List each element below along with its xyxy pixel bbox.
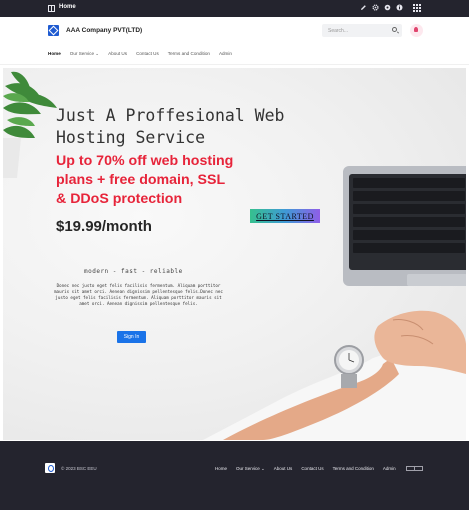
footer-nav-contact-us[interactable]: Contact Us bbox=[301, 466, 323, 472]
globe-icon[interactable] bbox=[383, 4, 391, 12]
nav-item-terms[interactable]: Terms and Condition bbox=[168, 51, 210, 59]
get-started-button[interactable]: GET STARTED bbox=[250, 209, 320, 223]
hero-title-line-1: Just A Proffesional Web bbox=[56, 106, 285, 125]
hands-image bbox=[203, 310, 466, 440]
sign-in-button[interactable]: Sign In bbox=[117, 331, 146, 343]
sidebar-panel-icon[interactable] bbox=[48, 5, 55, 12]
footer-nav-about-us[interactable]: About Us bbox=[274, 466, 293, 472]
nav-item-contact-us[interactable]: Contact Us bbox=[136, 51, 159, 59]
footer-nav-our-service[interactable]: Our Service ⌄ bbox=[236, 466, 265, 472]
nav-item-our-service[interactable]: Our Service ⌄ bbox=[70, 51, 99, 59]
company-logo-icon[interactable] bbox=[48, 25, 59, 36]
top-control-bar: Home bbox=[0, 0, 469, 17]
topbar-home-label[interactable]: Home bbox=[59, 4, 76, 10]
edit-icon[interactable] bbox=[359, 4, 367, 12]
hero-offer-line-3: & DDoS protection bbox=[56, 191, 183, 207]
footer-copyright: © 2023 BSC EEU bbox=[61, 466, 97, 471]
settings-icon[interactable] bbox=[371, 4, 379, 12]
footer-nav-home[interactable]: Home bbox=[215, 466, 227, 472]
footer-nav-admin[interactable]: Admin bbox=[383, 466, 396, 472]
footer-logo-icon[interactable] bbox=[45, 463, 55, 473]
search-input[interactable] bbox=[322, 24, 402, 37]
company-name[interactable]: AAA Company PVT(LTD) bbox=[66, 27, 142, 34]
hero-banner: Just A Proffesional Web Hosting Service … bbox=[3, 68, 466, 440]
footer-nav: Home Our Service ⌄ About Us Contact Us T… bbox=[215, 466, 405, 472]
apps-grid-icon[interactable] bbox=[413, 4, 421, 12]
site-footer: © 2023 BSC EEU Home Our Service ⌄ About … bbox=[0, 441, 469, 510]
nav-item-home[interactable]: Home bbox=[48, 51, 61, 59]
hero-tagline: modern - fast - reliable bbox=[84, 268, 183, 275]
search-icon[interactable] bbox=[392, 27, 397, 32]
nav-item-about-us[interactable]: About Us bbox=[108, 51, 127, 59]
nav-item-admin[interactable]: Admin bbox=[219, 51, 232, 59]
hero-body-text: Donec nec justo eget felis facilisis fer… bbox=[54, 283, 223, 306]
user-avatar-icon[interactable] bbox=[410, 24, 423, 37]
hero-title-line-2: Hosting Service bbox=[56, 128, 206, 147]
site-header: AAA Company PVT(LTD) Home Our Service ⌄ … bbox=[0, 17, 469, 65]
hero-offer-line-2: plans + free domain, SSL bbox=[56, 172, 226, 188]
info-icon[interactable] bbox=[395, 4, 403, 12]
plant-image bbox=[3, 71, 57, 178]
footer-nav-terms[interactable]: Terms and Condition bbox=[333, 466, 374, 472]
main-nav: Home Our Service ⌄ About Us Contact Us T… bbox=[48, 51, 241, 59]
hero-price: $19.99/month bbox=[56, 218, 152, 235]
hero-title: Just A Proffesional Web Hosting Service bbox=[56, 105, 316, 149]
hero-offer-line-1: Up to 70% off web hosting bbox=[56, 153, 234, 169]
hero-offer: Up to 70% off web hosting plans + free d… bbox=[56, 152, 256, 209]
theme-toggle-icon[interactable] bbox=[406, 466, 423, 471]
